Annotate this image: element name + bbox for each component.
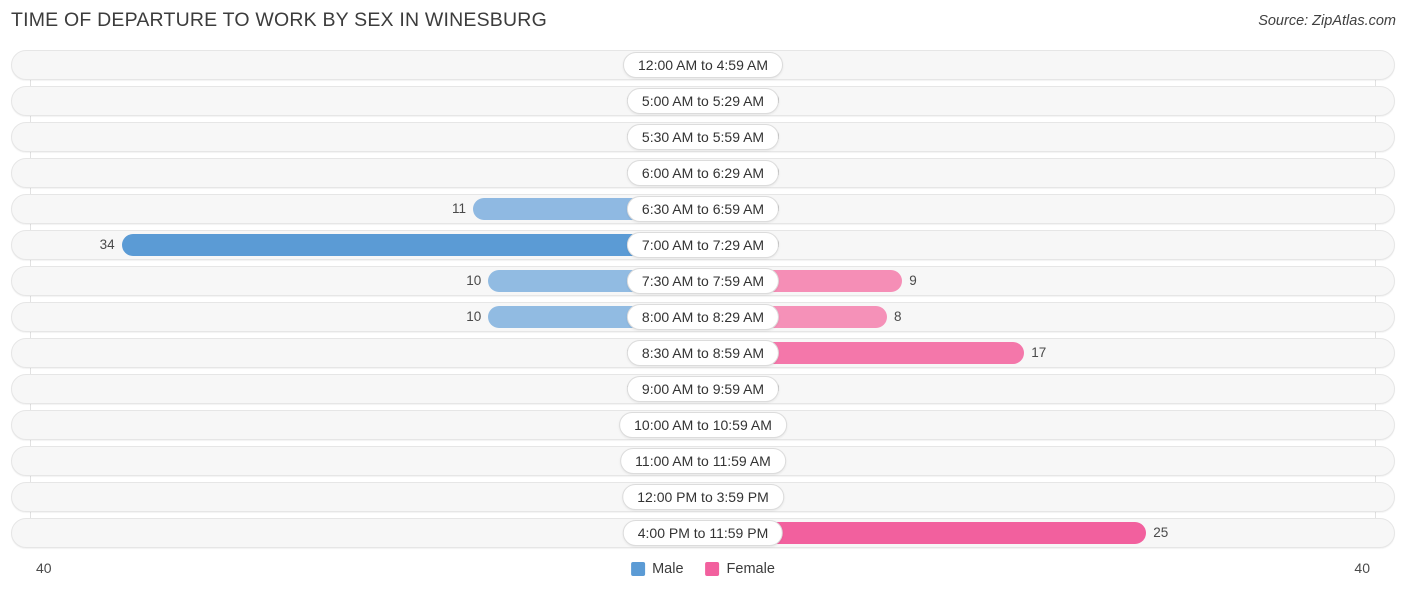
legend-item-female[interactable]: Female	[705, 561, 775, 577]
category-label: 7:30 AM to 7:59 AM	[626, 268, 780, 294]
bar-row: 0010:00 AM to 10:59 AM	[0, 410, 1406, 440]
category-label: 4:00 PM to 11:59 PM	[622, 520, 784, 546]
category-label: 8:30 AM to 8:59 AM	[626, 340, 780, 366]
bar-row: 1106:30 AM to 6:59 AM	[0, 194, 1406, 224]
category-label: 5:00 AM to 5:29 AM	[626, 88, 780, 114]
female-value-label: 17	[1031, 345, 1047, 360]
category-label: 8:00 AM to 8:29 AM	[626, 304, 780, 330]
category-label: 11:00 AM to 11:59 AM	[620, 448, 786, 474]
category-label: 6:30 AM to 6:59 AM	[626, 196, 780, 222]
bar-row: 10 8 8:00 AM to 8:29 AM	[0, 302, 1406, 332]
bar-row: 006:00 AM to 6:29 AM	[0, 158, 1406, 188]
male-value-label: 10	[466, 309, 482, 324]
male-bar[interactable]	[121, 234, 703, 256]
female-value-label: 9	[909, 273, 917, 288]
axis-max-left: 40	[36, 560, 52, 576]
legend-item-male[interactable]: Male	[631, 561, 684, 577]
female-value-label: 8	[894, 309, 902, 324]
male-value-label: 10	[466, 273, 482, 288]
axis-max-right: 40	[1354, 560, 1370, 576]
bar-rows-container: 0012:00 AM to 4:59 AM 005:00 AM to 5:29 A…	[0, 50, 1406, 554]
male-value-label: 34	[99, 237, 115, 252]
bar-row: 0254:00 PM to 11:59 PM	[0, 518, 1406, 548]
chart-plot-area: 0012:00 AM to 4:59 AM 005:00 AM to 5:29 A…	[0, 50, 1406, 554]
chart-legend: Male Female	[631, 561, 775, 577]
bar-row: 005:00 AM to 5:29 AM	[0, 86, 1406, 116]
bar-row: 0012:00 AM to 4:59 AM	[0, 50, 1406, 80]
category-label: 5:30 AM to 5:59 AM	[626, 124, 780, 150]
category-label: 7:00 AM to 7:29 AM	[626, 232, 780, 258]
legend-label: Female	[726, 561, 775, 577]
bar-row: 005:30 AM to 5:59 AM	[0, 122, 1406, 152]
legend-swatch-icon	[705, 562, 720, 576]
category-label: 12:00 AM to 4:59 AM	[623, 52, 783, 78]
bar-row: 0178:30 AM to 8:59 AM	[0, 338, 1406, 368]
source-attribution: Source: ZipAtlas.com	[1258, 13, 1396, 29]
bar-row: 0012:00 PM to 3:59 PM	[0, 482, 1406, 512]
female-value-label: 25	[1153, 525, 1169, 540]
category-label: 9:00 AM to 9:59 AM	[626, 376, 780, 402]
category-label: 10:00 AM to 10:59 AM	[619, 412, 787, 438]
category-label: 12:00 PM to 3:59 PM	[622, 484, 784, 510]
category-label: 6:00 AM to 6:29 AM	[626, 160, 780, 186]
chart-header: TIME OF DEPARTURE TO WORK BY SEX IN WINE…	[0, 0, 1406, 44]
bar-row: 3407:00 AM to 7:29 AM	[0, 230, 1406, 260]
bar-row: 009:00 AM to 9:59 AM	[0, 374, 1406, 404]
legend-swatch-icon	[631, 562, 646, 576]
male-value-label: 11	[451, 201, 466, 216]
bar-row: 10 9 7:30 AM to 7:59 AM	[0, 266, 1406, 296]
bar-row: 0011:00 AM to 11:59 AM	[0, 446, 1406, 476]
page-title: TIME OF DEPARTURE TO WORK BY SEX IN WINE…	[11, 9, 547, 31]
chart-footer: 40 40 Male Female	[0, 556, 1406, 595]
legend-label: Male	[652, 561, 684, 577]
